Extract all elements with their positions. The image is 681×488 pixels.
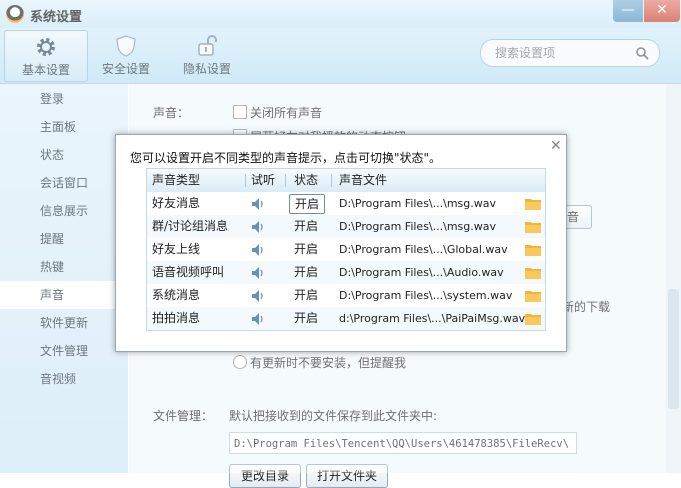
table-row: 群/讨论组消息 开启 D:\Program Files\...\msg.wav (147, 215, 545, 238)
folder-icon[interactable] (525, 266, 541, 279)
sound-type: 好友消息 (152, 196, 201, 210)
speaker-icon[interactable] (251, 243, 265, 257)
speaker-icon[interactable] (251, 266, 265, 280)
col-header-file: 声音文件 (339, 173, 388, 187)
sound-file-path: D:\Program Files\...\msg.wav (339, 220, 497, 233)
sound-settings-dialog: ✕ 您可以设置开启不同类型的声音提示，点击可切换"状态"。 声音类型 试听 状态… (115, 134, 567, 352)
state-toggle-button[interactable]: 开启 (289, 238, 323, 261)
table-row: 系统消息 开启 D:\Program Files\...\system.wav (147, 284, 545, 307)
col-divider (331, 174, 332, 187)
col-header-listen: 试听 (251, 173, 276, 187)
sound-table: 声音类型 试听 状态 声音文件 好友消息 开启 D:\Program Files… (146, 168, 546, 331)
sound-file-path: D:\Program Files\...\system.wav (339, 289, 513, 302)
state-toggle-button[interactable]: 开启 (289, 194, 325, 214)
col-header-type: 声音类型 (152, 173, 201, 187)
table-header: 声音类型 试听 状态 声音文件 (147, 169, 545, 192)
sound-file-path: D:\Program Files\...\msg.wav (339, 197, 497, 210)
speaker-icon[interactable] (251, 289, 265, 303)
sound-file-path: D:\Program Files\...\Global.wav (339, 243, 508, 256)
sound-file-path: D:\Program Files\...\Audio.wav (339, 266, 504, 279)
folder-icon[interactable] (525, 243, 541, 256)
folder-icon[interactable] (525, 197, 541, 210)
col-divider (285, 174, 286, 187)
table-row: 语音视频呼叫 开启 D:\Program Files\...\Audio.wav (147, 261, 545, 284)
speaker-icon[interactable] (251, 220, 265, 234)
sound-type: 拍拍消息 (152, 311, 201, 325)
folder-icon[interactable] (525, 289, 541, 302)
folder-icon[interactable] (525, 312, 541, 325)
sound-type: 语音视频呼叫 (152, 265, 225, 279)
col-header-state: 状态 (293, 173, 318, 187)
state-toggle-button[interactable]: 开启 (289, 261, 323, 284)
sound-type: 好友上线 (152, 242, 201, 256)
dialog-close-icon[interactable]: ✕ (550, 138, 562, 154)
sound-file-path: d:\Program Files\...\PaiPaiMsg.wav (339, 312, 526, 325)
speaker-icon[interactable] (251, 312, 265, 326)
dialog-caption: 您可以设置开启不同类型的声音提示，点击可切换"状态"。 (130, 151, 442, 165)
state-toggle-button[interactable]: 开启 (289, 215, 323, 238)
table-row: 好友上线 开启 D:\Program Files\...\Global.wav (147, 238, 545, 261)
sound-type: 系统消息 (152, 288, 201, 302)
state-toggle-button[interactable]: 开启 (289, 307, 323, 330)
sound-type: 群/讨论组消息 (152, 219, 229, 233)
table-row: 好友消息 开启 D:\Program Files\...\msg.wav (147, 192, 545, 215)
table-row: 拍拍消息 开启 d:\Program Files\...\PaiPaiMsg.w… (147, 307, 545, 330)
col-divider (245, 174, 246, 187)
speaker-icon[interactable] (251, 197, 265, 211)
folder-icon[interactable] (525, 220, 541, 233)
state-toggle-button[interactable]: 开启 (289, 284, 323, 307)
